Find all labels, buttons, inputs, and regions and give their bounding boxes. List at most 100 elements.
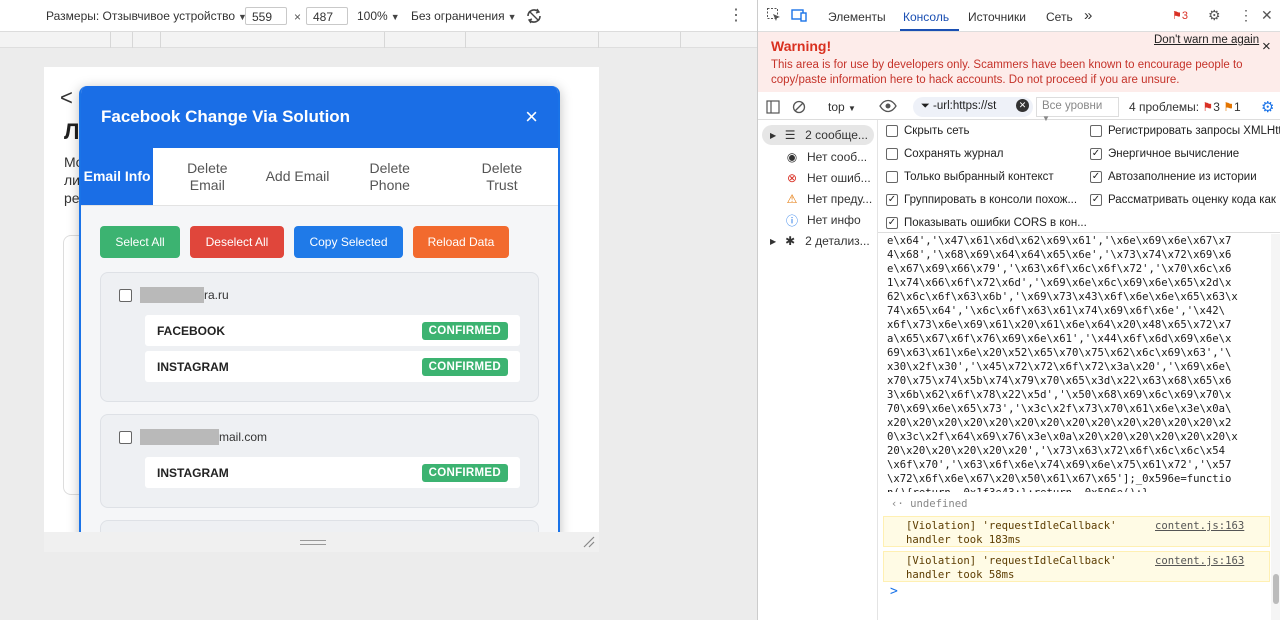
sidebar-toggle-icon[interactable] [766,100,780,117]
account-checkbox[interactable] [119,288,132,302]
extension-modal: Facebook Change Via Solution × Email Inf… [79,86,560,546]
tab-add-email[interactable]: Add Email [261,148,333,205]
throttle-label: Без ограничения [411,9,505,23]
console-output: e\x64','\x47\x61\x6d\x62\x69\x61','\x6e\… [878,234,1271,620]
filter-text: -url:https://st [933,100,997,112]
clear-filter-icon[interactable]: ✕ [1016,99,1029,112]
zoom-select[interactable]: 100% ▼ [357,9,400,23]
select-all-button[interactable]: Select All [100,226,180,258]
setting-selected-context[interactable]: Только выбранный контекст [886,171,1081,183]
sidebar-item-user-messages[interactable]: ◉ Нет сооб... [784,147,867,167]
close-devtools-icon[interactable]: ✕ [1261,7,1273,24]
account-checkbox[interactable] [119,430,132,444]
more-options-icon[interactable]: ⋮ [1239,7,1253,24]
setting-hide-network[interactable]: Скрыть сеть [886,125,1081,137]
levels-label: Все уровни [1042,100,1103,112]
service-row: FACEBOOK CONFIRMED [145,315,520,346]
source-link[interactable]: content.js:163 [1155,554,1244,568]
setting-eager-eval[interactable]: ✓ Энергичное вычисление [1090,148,1280,160]
console-prompt[interactable]: > [890,584,898,599]
error-icon: ⊗ [786,171,798,185]
account-header: mail.com [119,429,520,445]
sidebar-item-verbose[interactable]: ▶ ✱ 2 детализ... [770,231,870,251]
height-input[interactable]: 487 [306,7,348,25]
tab-sources[interactable]: Источники [968,10,1026,24]
resize-corner-icon[interactable] [582,535,596,549]
console-sidebar: ▶ ☰ 2 сообще... ◉ Нет сооб... ⊗ Нет ошиб... … [758,120,878,620]
filter-input[interactable]: ⏷ -url:https://st ✕ [913,97,1033,117]
problems-warning-count: 1 [1233,100,1241,114]
checkbox-checked[interactable]: ✓ [886,194,898,206]
dont-warn-link[interactable]: Don't warn me again [1154,34,1259,46]
console-settings-icon[interactable]: ⚙ [1261,98,1274,116]
dimensions-select[interactable]: Размеры: Отзывчивое устройство ▼ [46,9,247,23]
setting-label: Автозаполнение из истории [1108,171,1257,183]
setting-preserve-log[interactable]: Сохранять журнал [886,148,1081,160]
sidebar-item-info[interactable]: ⓘ Нет инфо [784,210,861,230]
devtools-panel: Элементы Консоль Источники Сеть » ⚑3 ⚙ ⋮… [757,0,1280,620]
checkbox[interactable] [886,125,898,137]
sidebar-item-errors[interactable]: ⊗ Нет ошиб... [784,168,871,188]
setting-autocomplete[interactable]: ✓ Автозаполнение из истории [1090,171,1280,183]
source-link[interactable]: content.js:163 [1155,519,1244,533]
violation-line: handler took 58ms [906,569,1015,581]
console-settings: Скрыть сеть Сохранять журнал Только выбр… [878,120,1280,233]
expand-arrow-icon: ▶ [770,236,777,246]
console-scrollbar[interactable] [1271,234,1280,620]
eye-icon[interactable] [879,98,897,117]
tab-email-info[interactable]: Email Info [81,148,154,205]
setting-log-xhr[interactable]: Регистрировать запросы XMLHtt... [1090,125,1280,137]
sidebar-item-warnings[interactable]: ⚠ Нет преду... [784,189,873,209]
checkbox-checked[interactable]: ✓ [1090,194,1102,206]
tab-delete-phone[interactable]: Delete Phone [334,148,446,205]
sidebar-label: 2 сообще... [805,128,868,142]
account-header: ra.ru [119,287,520,303]
setting-show-cors[interactable]: ✓ Показывать ошибки CORS в кон... [886,217,1086,229]
context-select[interactable]: top ▼ [828,100,856,114]
tab-elements[interactable]: Элементы [828,10,886,24]
copy-selected-button[interactable]: Copy Selected [294,226,403,258]
user-icon: ◉ [786,150,798,164]
tab-delete-email[interactable]: Delete Email [153,148,261,205]
checkbox[interactable] [886,148,898,160]
rotate-icon[interactable] [524,6,544,29]
setting-group-similar[interactable]: ✓ Группировать в консоли похож... [886,194,1086,206]
more-tabs-icon[interactable]: » [1084,7,1092,24]
grip-icon [300,540,326,545]
sidebar-item-messages[interactable]: ▶ ☰ 2 сообще... [770,125,868,145]
problems-summary[interactable]: 4 проблемы: ⚑3 ⚑1 [1129,100,1241,114]
tab-network[interactable]: Сеть [1046,10,1073,24]
issues-badge[interactable]: ⚑3 [1172,9,1188,22]
active-tab-indicator [900,29,959,31]
status-badge: CONFIRMED [421,463,508,482]
inspect-icon[interactable] [766,7,782,26]
setting-label: Энергичное вычисление [1108,148,1240,160]
width-input[interactable]: 559 [245,7,287,25]
checkbox-checked[interactable]: ✓ [886,217,898,229]
log-levels-select[interactable]: Все уровни ▼ [1036,97,1119,123]
close-icon[interactable]: × [525,106,538,128]
status-badge: CONFIRMED [421,357,508,376]
setting-treat-eval[interactable]: ✓ Рассматривать оценку кода как ... [1090,194,1280,206]
resize-handle-bottom[interactable] [44,532,599,552]
deselect-all-button[interactable]: Deselect All [190,226,284,258]
clear-console-icon[interactable] [792,100,806,117]
tab-body: Select All Deselect All Copy Selected Re… [81,206,558,544]
tab-console[interactable]: Консоль [903,10,949,24]
device-toggle-icon[interactable] [791,7,807,26]
times-label: × [294,10,302,24]
setting-label: Сохранять журнал [904,148,1004,160]
checkbox-checked[interactable]: ✓ [1090,148,1102,160]
media-query-ruler [0,32,757,48]
reload-data-button[interactable]: Reload Data [413,226,509,258]
throttle-select[interactable]: Без ограничения ▼ [411,9,517,23]
scrollbar-thumb[interactable] [1273,574,1279,604]
close-icon[interactable]: × [1262,38,1271,55]
settings-gear-icon[interactable]: ⚙ [1208,7,1221,24]
checkbox[interactable] [886,171,898,183]
more-options-icon[interactable]: ⋮ [728,5,744,25]
back-arrow-icon[interactable]: < [60,85,73,111]
checkbox[interactable] [1090,125,1102,137]
checkbox-checked[interactable]: ✓ [1090,171,1102,183]
tab-delete-trust[interactable]: Delete Trust [446,148,558,205]
